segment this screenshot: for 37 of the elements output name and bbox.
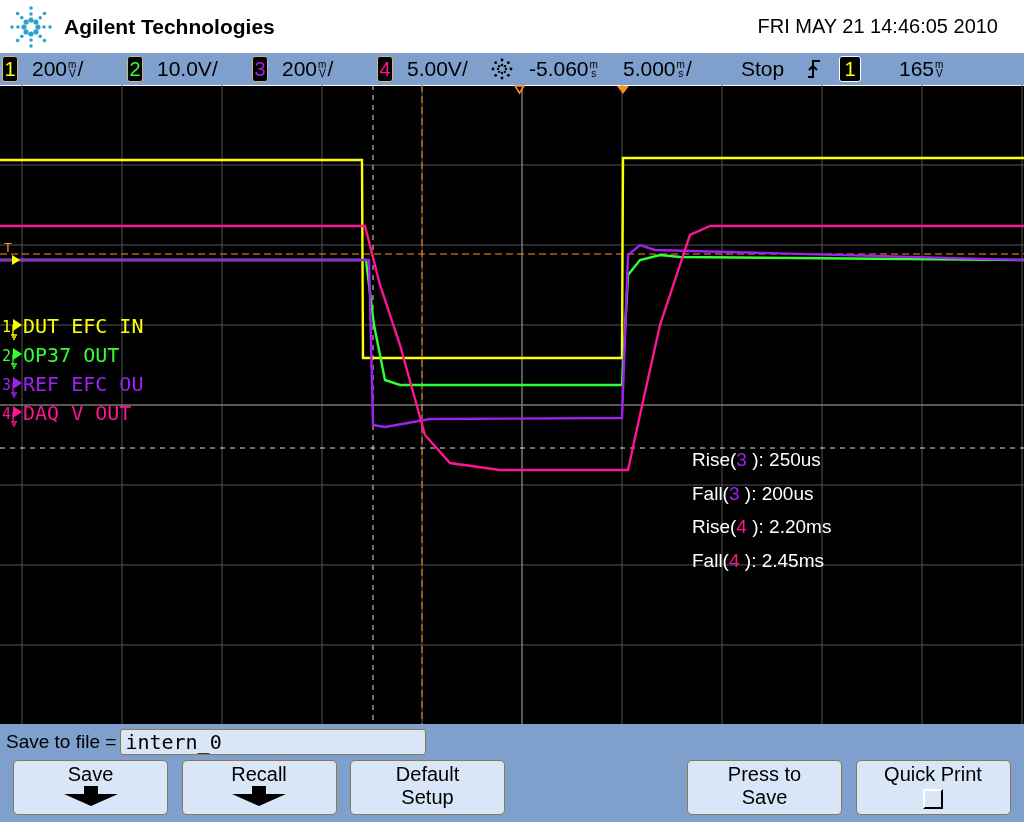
channel-label: DAQ V OUT — [23, 400, 132, 426]
channel-number[interactable]: 1 — [2, 56, 18, 82]
down-arrow-icon — [232, 786, 286, 806]
channel-marker: 2 — [2, 346, 12, 366]
channel-scale: 10.0V/ — [157, 57, 218, 81]
acquisition-icon — [489, 57, 515, 81]
softkey-button[interactable]: Save — [13, 760, 168, 815]
save-file-label: Save to file = — [6, 731, 117, 753]
softkey-button[interactable]: Quick Print — [855, 760, 1011, 815]
trigger-source[interactable]: 1 — [839, 56, 861, 82]
channel-marker: 1 — [2, 317, 12, 337]
softkey-button[interactable]: Default Setup — [350, 760, 505, 815]
channel-scale: 5.00V/ — [407, 57, 468, 81]
measurement-reading: Fall(4 ): 2.45ms — [692, 548, 825, 573]
measurement-reading: Fall(3 ): 200us — [692, 481, 815, 506]
date-time: FRI MAY 21 14:46:05 2010 — [757, 15, 998, 38]
channel-label: DUT EFC IN — [23, 313, 144, 339]
measurement-reading: Rise(4 ): 2.20ms — [692, 515, 832, 539]
checkbox[interactable] — [923, 789, 943, 809]
softkey-button[interactable]: Recall — [181, 760, 337, 815]
channel-number[interactable]: 4 — [377, 56, 393, 82]
channel-marker: 4 — [2, 404, 12, 424]
measurement-reading: Rise(3 ): 250us — [692, 448, 822, 472]
down-arrow-icon — [63, 786, 118, 806]
channel-label: OP37 OUT — [23, 342, 120, 368]
run-state: Stop — [741, 57, 786, 81]
trigger-arrow-icon — [12, 255, 20, 265]
trigger-level-marker: T — [4, 241, 12, 254]
channel-label: REF EFC OU — [23, 371, 144, 397]
delay-marker-icon — [513, 85, 526, 95]
channel-number[interactable]: 2 — [127, 56, 143, 82]
file-name-field[interactable]: intern_0 — [120, 729, 427, 755]
rising-edge-icon — [807, 59, 821, 79]
softkey-button[interactable]: Press to Save — [687, 760, 842, 815]
brand-name: Agilent Technologies — [64, 14, 275, 39]
channel-marker: 3 — [2, 375, 12, 395]
channel-number[interactable]: 3 — [252, 56, 268, 82]
